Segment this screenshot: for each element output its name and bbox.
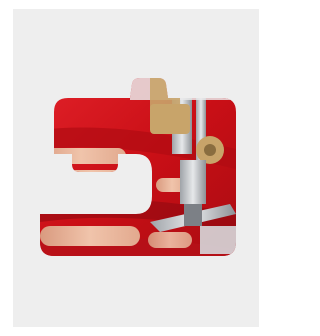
photo-content bbox=[40, 78, 236, 256]
page bbox=[0, 0, 271, 336]
sewing-machine-photo bbox=[40, 78, 236, 256]
